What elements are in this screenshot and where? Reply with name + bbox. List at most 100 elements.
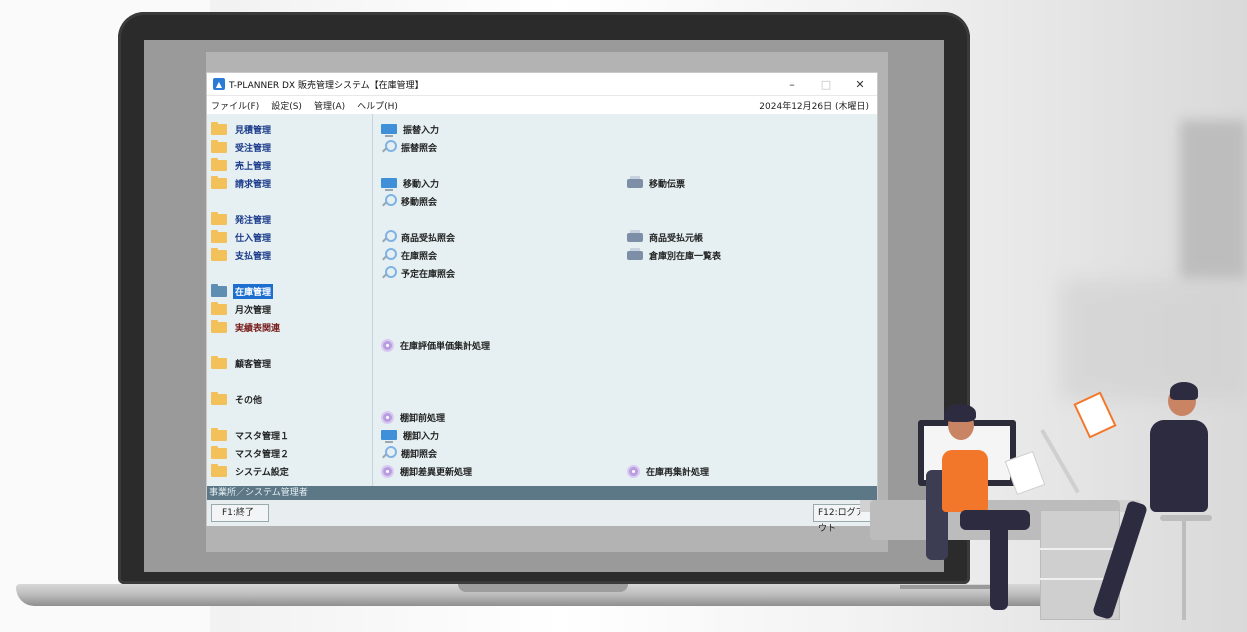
folder-icon	[211, 463, 227, 477]
monitor-icon	[381, 430, 397, 443]
sidebar-item-label: 請求管理	[235, 179, 272, 190]
function-warehouse-stock-list[interactable]: 倉庫別在庫一覧表	[627, 247, 721, 263]
f1-exit-button[interactable]: F1:終了	[211, 504, 269, 522]
sidebar-item-customers[interactable]: 顧客管理	[211, 355, 273, 371]
laptop-notch	[458, 584, 628, 592]
function-label: 倉庫別在庫一覧表	[649, 251, 722, 262]
sidebar-item-label: 売上管理	[235, 161, 272, 172]
sidebar-item-billing[interactable]: 請求管理	[211, 175, 273, 191]
folder-icon	[211, 229, 227, 243]
menu-file[interactable]: ファイル(F)	[211, 99, 259, 112]
function-move-slip[interactable]: 移動伝票	[627, 175, 685, 191]
printer-icon	[627, 247, 643, 260]
title-bar[interactable]: ▲ T-PLANNER DX 販売管理システム【在庫管理】 – □ ✕	[207, 73, 877, 96]
function-valuation-aggregation[interactable]: 在庫評価単価集計処理	[381, 337, 490, 353]
sidebar-item-label: 仕入管理	[235, 233, 272, 244]
function-stocktake-inquiry[interactable]: 棚卸照会	[381, 445, 437, 461]
folder-open-icon	[211, 283, 227, 297]
sidebar-item-reports[interactable]: 実績表関連	[211, 319, 282, 335]
function-panel: 振替入力 振替照会 移動入力 移動照会 商品受払照会 在庫照会 予定在庫照会 在…	[373, 114, 877, 486]
sidebar-item-label: 在庫管理	[233, 283, 274, 299]
folder-icon	[211, 355, 227, 369]
person-seated-hair	[944, 404, 976, 422]
function-stock-inquiry[interactable]: 在庫照会	[381, 247, 437, 263]
function-item-flow-inquiry[interactable]: 商品受払照会	[381, 229, 455, 245]
folder-icon	[211, 427, 227, 441]
function-item-ledger[interactable]: 商品受払元帳	[627, 229, 703, 245]
minimize-button[interactable]: –	[775, 73, 809, 96]
background-blur	[1180, 120, 1247, 280]
sidebar-item-label: 受注管理	[235, 143, 272, 154]
gear-icon	[381, 338, 394, 352]
function-label: 移動照会	[401, 197, 438, 208]
folder-icon	[211, 157, 227, 171]
background-blur	[1060, 280, 1247, 400]
function-label: 棚卸前処理	[400, 413, 446, 424]
search-icon	[381, 248, 397, 262]
function-label: 振替照会	[401, 143, 438, 154]
sidebar-item-label: マスタ管理２	[235, 449, 290, 460]
sidebar-item-label: その他	[235, 395, 263, 406]
sidebar: 見積管理 受注管理 売上管理 請求管理 発注管理 仕入管理 支払管理 在庫管理 …	[207, 114, 373, 486]
sidebar-item-label: 月次管理	[235, 305, 272, 316]
function-label: 在庫照会	[401, 251, 438, 262]
sidebar-item-monthly[interactable]: 月次管理	[211, 301, 273, 317]
cabinet-drawer-line	[1040, 548, 1120, 550]
maximize-button[interactable]: □	[809, 73, 843, 96]
function-stocktake-diff-update[interactable]: 棚卸差異更新処理	[381, 463, 472, 479]
printer-icon	[627, 229, 643, 242]
sidebar-item-label: システム設定	[235, 467, 289, 478]
gear-icon	[627, 464, 640, 478]
function-label: 移動入力	[403, 179, 440, 190]
printer-icon	[627, 175, 643, 188]
stool-leg	[1182, 520, 1186, 620]
function-label: 棚卸照会	[401, 449, 438, 460]
folder-icon	[211, 175, 227, 189]
search-icon	[381, 230, 397, 244]
function-label: 在庫評価単価集計処理	[400, 341, 491, 352]
menu-admin[interactable]: 管理(A)	[314, 99, 345, 112]
sidebar-item-label: 実績表関連	[235, 323, 281, 334]
app-window: ▲ T-PLANNER DX 販売管理システム【在庫管理】 – □ ✕ ファイル…	[206, 72, 878, 534]
function-stocktake-pre[interactable]: 棚卸前処理	[381, 409, 445, 425]
sidebar-item-sales[interactable]: 売上管理	[211, 157, 273, 173]
sidebar-item-label: 見積管理	[235, 125, 272, 136]
sidebar-item-purchasing[interactable]: 仕入管理	[211, 229, 273, 245]
sidebar-item-master-2[interactable]: マスタ管理２	[211, 445, 291, 461]
sidebar-item-system-settings[interactable]: システム設定	[211, 463, 291, 479]
sidebar-item-master-1[interactable]: マスタ管理１	[211, 427, 291, 443]
folder-icon	[211, 445, 227, 459]
function-label: 移動伝票	[649, 179, 686, 190]
person-seated-leg	[990, 520, 1008, 610]
function-stocktake-input[interactable]: 棚卸入力	[381, 427, 439, 443]
function-transfer-inquiry[interactable]: 振替照会	[381, 139, 437, 155]
person-seated-body	[942, 450, 988, 512]
sidebar-item-payment[interactable]: 支払管理	[211, 247, 273, 263]
function-stock-recalc[interactable]: 在庫再集計処理	[627, 463, 709, 479]
function-move-input[interactable]: 移動入力	[381, 175, 439, 191]
menu-settings[interactable]: 設定(S)	[271, 99, 302, 112]
function-planned-stock-inquiry[interactable]: 予定在庫照会	[381, 265, 455, 281]
sidebar-item-label: 発注管理	[235, 215, 272, 226]
stool	[1160, 515, 1212, 521]
current-date: 2024年12月26日 (木曜日)	[759, 101, 869, 112]
sidebar-item-estimate[interactable]: 見積管理	[211, 121, 273, 137]
gear-icon	[381, 464, 394, 478]
sidebar-item-orders[interactable]: 受注管理	[211, 139, 273, 155]
close-button[interactable]: ✕	[843, 73, 877, 96]
function-label: 商品受払照会	[401, 233, 456, 244]
desk-lamp	[1040, 429, 1080, 494]
search-icon	[381, 140, 397, 154]
monitor-icon	[381, 124, 397, 137]
sidebar-item-other[interactable]: その他	[211, 391, 264, 407]
function-move-inquiry[interactable]: 移動照会	[381, 193, 437, 209]
window-title: T-PLANNER DX 販売管理システム【在庫管理】	[229, 80, 424, 91]
sidebar-item-inventory[interactable]: 在庫管理	[211, 283, 274, 299]
folder-icon	[211, 391, 227, 405]
menu-help[interactable]: ヘルプ(H)	[357, 99, 398, 112]
sidebar-item-purchase-order[interactable]: 発注管理	[211, 211, 273, 227]
chair-base	[900, 585, 990, 589]
monitor-icon	[381, 178, 397, 191]
app-logo-icon: ▲	[213, 78, 225, 90]
function-transfer-input[interactable]: 振替入力	[381, 121, 439, 137]
